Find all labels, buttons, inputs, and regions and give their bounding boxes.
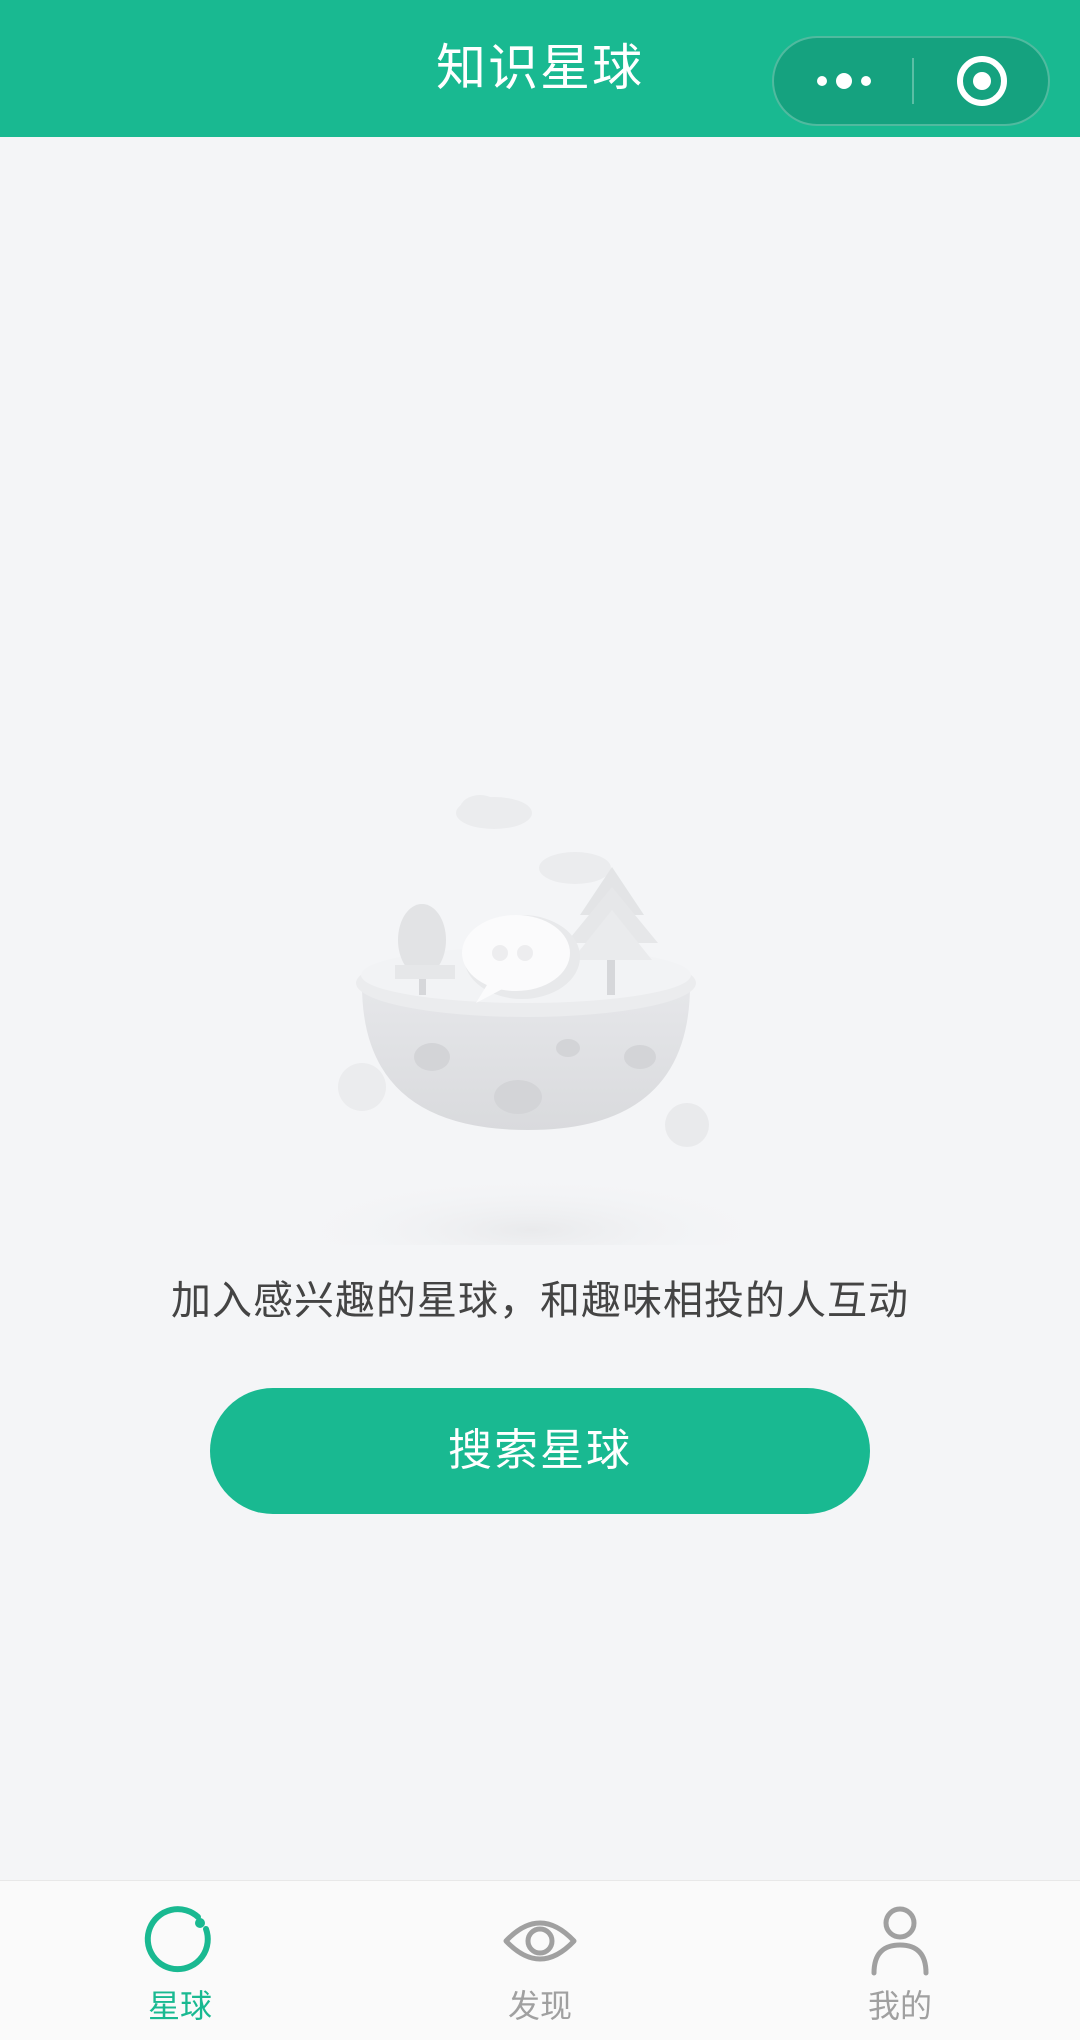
top-navigation-bar: 知识星球 (0, 0, 1080, 137)
more-dots-icon (816, 73, 871, 89)
tab-discover[interactable]: 发现 (440, 1881, 640, 2040)
tab-label: 发现 (507, 1987, 572, 2025)
tab-mine[interactable]: 我的 (800, 1881, 1000, 2040)
tab-label: 星球 (147, 1987, 212, 2025)
eye-icon (503, 1920, 577, 1962)
empty-state-message: 加入感兴趣的星球，和趣味相投的人互动 (171, 1278, 909, 1324)
user-icon (871, 1906, 929, 1976)
more-button[interactable] (774, 38, 913, 124)
bottom-tab-bar: 星球 发现 我的 (0, 1880, 1080, 2040)
close-button[interactable] (914, 38, 1050, 124)
planet-ring-icon (144, 1906, 211, 1973)
page: 知识星球 加入感兴趣的星球，和趣味相投的人互动 搜索星球 星球 发现 我的 (0, 0, 1080, 2040)
tab-planet[interactable]: 星球 (80, 1881, 280, 2040)
mini-program-capsule (772, 36, 1050, 126)
tab-label: 我的 (867, 1987, 932, 2025)
target-close-icon (957, 56, 1007, 106)
floating-planet-island-illustration (282, 795, 782, 1245)
search-planet-button[interactable]: 搜索星球 (210, 1388, 870, 1514)
